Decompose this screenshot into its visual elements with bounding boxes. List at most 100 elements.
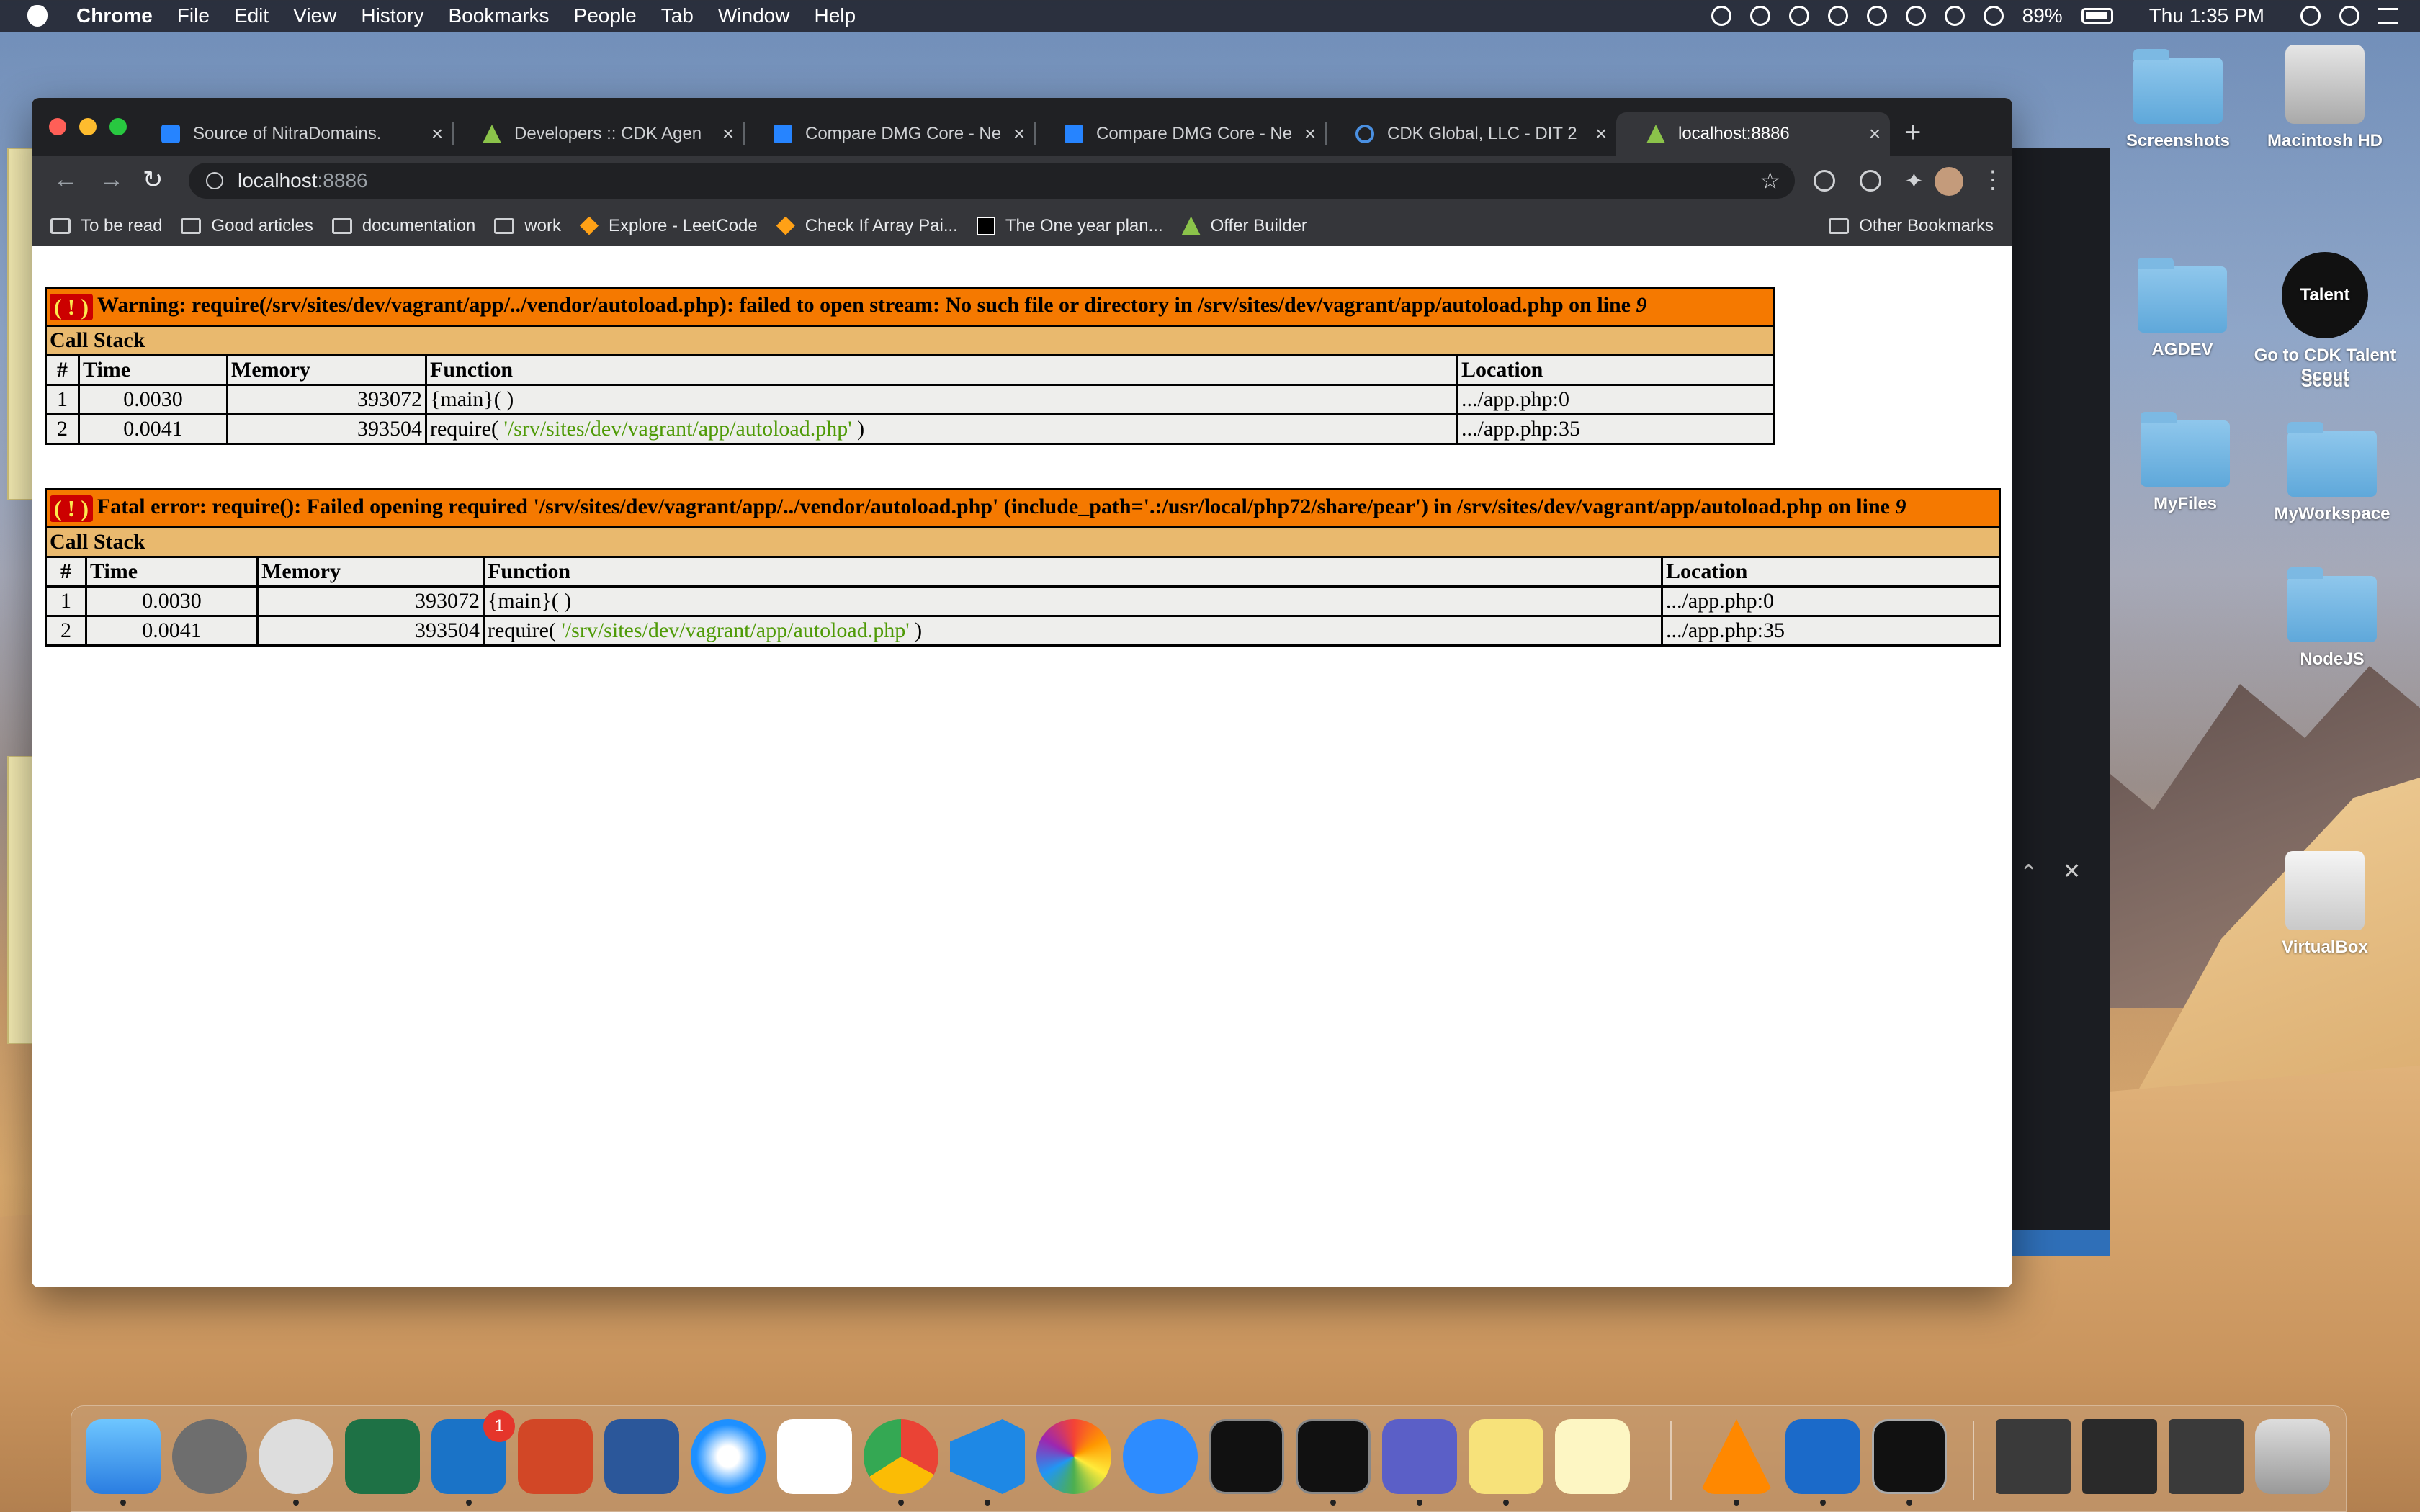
column-header: Memory xyxy=(226,354,427,386)
menu-app-name[interactable]: Chrome xyxy=(76,4,153,27)
tab-active[interactable]: localhost:8886 × xyxy=(1616,112,1890,156)
minimized-window-icon[interactable] xyxy=(2169,1419,2244,1494)
excel-icon[interactable] xyxy=(345,1419,420,1494)
menu-history[interactable]: History xyxy=(361,4,424,27)
close-tab-icon[interactable]: × xyxy=(1867,122,1883,145)
dock: 1 xyxy=(71,1405,2347,1512)
siri-icon[interactable] xyxy=(2339,6,2360,26)
desktop-icon-macintosh-hd[interactable]: Macintosh HD xyxy=(2253,45,2397,151)
extensions-puzzle-icon[interactable]: ✦ xyxy=(1904,167,1924,194)
bookmark-link[interactable]: Offer Builder xyxy=(1181,216,1307,236)
close-tab-icon[interactable]: × xyxy=(1011,122,1027,145)
extension-icon[interactable] xyxy=(1860,170,1881,192)
bookmark-folder[interactable]: documentation xyxy=(331,216,475,236)
window-minimize-button[interactable] xyxy=(79,118,97,135)
chevron-up-icon[interactable]: ⌃ xyxy=(2020,860,2038,886)
minimized-window-icon[interactable] xyxy=(2082,1419,2157,1494)
desktop-icon-agdev[interactable]: AGDEV xyxy=(2110,258,2254,360)
close-tab-icon[interactable]: × xyxy=(720,122,736,145)
window-zoom-button[interactable] xyxy=(109,118,127,135)
desktop-icon-myworkspace[interactable]: MyWorkspace xyxy=(2260,422,2404,524)
forward-icon[interactable]: → xyxy=(99,166,124,194)
profile-avatar[interactable] xyxy=(1935,167,1963,196)
vpn-icon[interactable] xyxy=(259,1419,333,1494)
tab[interactable]: Compare DMG Core - Ne × xyxy=(1034,112,1327,156)
extension-icon[interactable] xyxy=(1814,170,1835,192)
menu-tab[interactable]: Tab xyxy=(661,4,694,27)
bookmark-star-icon[interactable]: ☆ xyxy=(1760,167,1780,194)
clock[interactable]: Thu 1:35 PM xyxy=(2149,4,2264,27)
battery-icon[interactable] xyxy=(2081,8,2113,24)
notification-center-icon[interactable] xyxy=(2378,8,2398,24)
reload-icon[interactable]: ↻ xyxy=(143,166,163,194)
vpn-icon[interactable] xyxy=(1944,6,1965,26)
background-editor-window[interactable]: ⌃ ✕ xyxy=(2002,148,2110,1256)
other-bookmarks[interactable]: Other Bookmarks xyxy=(1829,216,1994,236)
spotlight-icon[interactable] xyxy=(2300,6,2321,26)
activity-monitor-icon[interactable] xyxy=(1209,1419,1284,1494)
apple-icon[interactable] xyxy=(27,5,48,27)
chrome-icon[interactable] xyxy=(864,1419,938,1494)
status-icon[interactable] xyxy=(1827,6,1848,26)
cdk-global-icon[interactable] xyxy=(777,1419,852,1494)
desktop-icon-nodejs[interactable]: NodeJS xyxy=(2260,567,2404,670)
close-tab-icon[interactable]: × xyxy=(1593,122,1609,145)
terminal-icon[interactable] xyxy=(1296,1419,1371,1494)
minimized-window-icon[interactable] xyxy=(1996,1419,2071,1494)
menu-people[interactable]: People xyxy=(574,4,637,27)
menu-edit[interactable]: Edit xyxy=(234,4,269,27)
window-close-button[interactable] xyxy=(49,118,66,135)
close-tab-icon[interactable]: × xyxy=(1302,122,1318,145)
virtualbox-icon[interactable] xyxy=(1785,1419,1860,1494)
bookmark-link[interactable]: The One year plan... xyxy=(976,216,1163,236)
status-icon[interactable] xyxy=(1711,6,1731,26)
safari-icon[interactable] xyxy=(691,1419,766,1494)
menu-window[interactable]: Window xyxy=(718,4,790,27)
column-header: Memory xyxy=(256,555,485,588)
desktop-icon-virtualbox[interactable]: VirtualBox xyxy=(2253,851,2397,958)
info-icon[interactable] xyxy=(206,172,223,189)
bookmark-folder[interactable]: Good articles xyxy=(181,216,313,236)
desktop-icon-screenshots[interactable]: Screenshots xyxy=(2106,49,2250,151)
menu-help[interactable]: Help xyxy=(814,4,856,27)
tab[interactable]: Developers :: CDK Agen × xyxy=(452,112,745,156)
stickies-icon[interactable] xyxy=(1469,1419,1543,1494)
status-icon[interactable] xyxy=(1866,6,1887,26)
desktop-icon-talent-scout[interactable]: Talent Scout Go to CDK Talent Scout xyxy=(2253,252,2397,391)
finder-icon[interactable] xyxy=(86,1419,161,1494)
close-tab-icon[interactable]: × xyxy=(429,122,445,145)
new-tab-button[interactable]: + xyxy=(1904,117,1921,149)
menu-view[interactable]: View xyxy=(293,4,336,27)
system-preferences-icon[interactable] xyxy=(172,1419,247,1494)
back-icon[interactable]: ← xyxy=(53,166,78,194)
bluetooth-icon[interactable] xyxy=(1905,6,1926,26)
zoom-icon[interactable] xyxy=(1123,1419,1198,1494)
menu-kebab-icon[interactable]: ⋮ xyxy=(1981,166,2005,194)
menu-bookmarks[interactable]: Bookmarks xyxy=(448,4,549,27)
address-bar[interactable]: localhost:8886 ☆ xyxy=(189,163,1795,199)
bookmark-link[interactable]: Check If Array Pai... xyxy=(776,216,958,236)
desktop-icon-myfiles[interactable]: MyFiles xyxy=(2113,412,2257,514)
wifi-icon[interactable] xyxy=(1983,6,2004,26)
tab[interactable]: Compare DMG Core - Ne × xyxy=(743,112,1036,156)
display-icon[interactable] xyxy=(1872,1419,1947,1494)
trash-icon[interactable] xyxy=(2255,1419,2330,1494)
vlc-icon[interactable] xyxy=(1699,1419,1774,1494)
bookmark-link[interactable]: Explore - LeetCode xyxy=(579,216,758,236)
battery-percent[interactable]: 89% xyxy=(2022,4,2063,27)
bookmark-folder[interactable]: To be read xyxy=(50,216,162,236)
tab[interactable]: CDK Global, LLC - DIT 2 × xyxy=(1325,112,1616,156)
word-icon[interactable] xyxy=(604,1419,679,1494)
teams-icon[interactable] xyxy=(1382,1419,1457,1494)
photos-icon[interactable] xyxy=(1036,1419,1111,1494)
notes-icon[interactable] xyxy=(1555,1419,1630,1494)
cdk-triangle-icon xyxy=(1181,216,1201,235)
status-icon[interactable] xyxy=(1749,6,1770,26)
close-icon[interactable]: ✕ xyxy=(2063,859,2081,884)
menu-file[interactable]: File xyxy=(177,4,210,27)
bookmark-folder[interactable]: work xyxy=(494,216,561,236)
powerpoint-icon[interactable] xyxy=(518,1419,593,1494)
vscode-icon[interactable] xyxy=(950,1419,1025,1494)
tab[interactable]: Source of NitraDomains. × xyxy=(161,112,454,156)
status-icon[interactable] xyxy=(1788,6,1809,26)
